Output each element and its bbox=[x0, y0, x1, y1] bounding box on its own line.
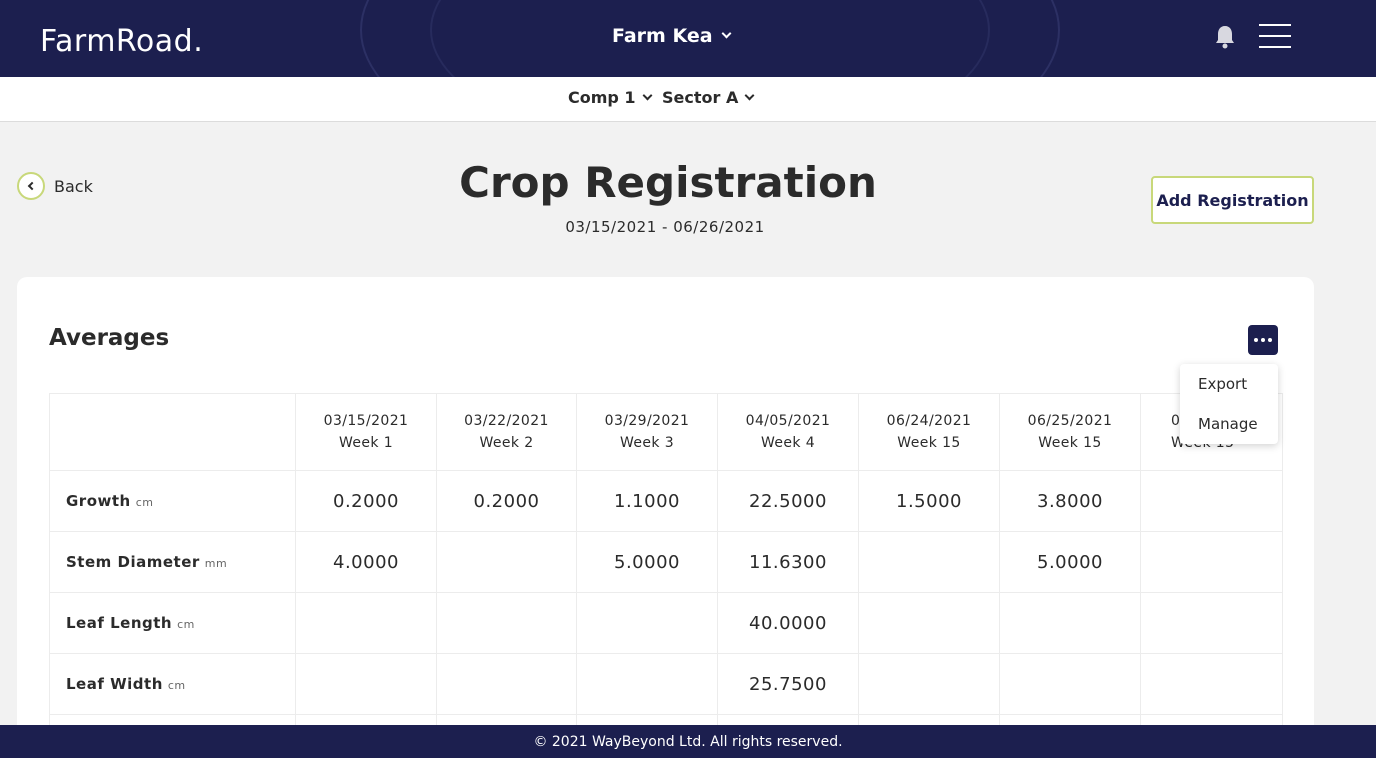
table-cell bbox=[858, 592, 1000, 654]
table-cell bbox=[1140, 531, 1283, 593]
table-cell bbox=[1140, 470, 1283, 532]
chevron-down-icon bbox=[642, 90, 653, 100]
table-cell bbox=[1140, 592, 1283, 654]
row-label: Stem Diameter mm bbox=[49, 531, 296, 593]
more-options-button[interactable] bbox=[1248, 325, 1278, 355]
table-cell: 25.7500 bbox=[717, 653, 859, 715]
table-cell: 4.0000 bbox=[295, 531, 437, 593]
table-cell: 1.1000 bbox=[576, 470, 718, 532]
table-cell bbox=[436, 653, 577, 715]
table-row: Growth cm 0.2000 0.2000 1.1000 22.5000 1.… bbox=[49, 470, 1283, 532]
table-cell bbox=[858, 531, 1000, 593]
table-cell bbox=[576, 592, 718, 654]
table-cell bbox=[999, 592, 1141, 654]
column-header: 04/05/2021 Week 4 bbox=[717, 393, 859, 471]
sub-navbar: Comp 1 Sector A bbox=[0, 77, 1376, 122]
bell-icon[interactable] bbox=[1214, 24, 1236, 50]
top-navbar: FarmRoad. Farm Kea bbox=[0, 0, 1376, 77]
farmroad-logo[interactable]: FarmRoad. bbox=[40, 24, 203, 59]
table-row: Leaf Width cm 25.7500 bbox=[49, 653, 1283, 715]
table-cell: 0.2000 bbox=[436, 470, 577, 532]
table-cell: 40.0000 bbox=[717, 592, 859, 654]
table-cell bbox=[295, 653, 437, 715]
footer: © 2021 WayBeyond Ltd. All rights reserve… bbox=[0, 725, 1376, 758]
hamburger-menu-icon[interactable] bbox=[1259, 24, 1291, 48]
column-header: 06/24/2021 Week 15 bbox=[858, 393, 1000, 471]
column-header: 03/29/2021 Week 3 bbox=[576, 393, 718, 471]
table-cell: 11.6300 bbox=[717, 531, 859, 593]
table-cell bbox=[576, 653, 718, 715]
chevron-down-icon bbox=[744, 90, 755, 100]
table-cell: 3.8000 bbox=[999, 470, 1141, 532]
manage-menu-item[interactable]: Manage bbox=[1180, 404, 1278, 444]
row-label: Growth cm bbox=[49, 470, 296, 532]
averages-title: Averages bbox=[49, 325, 170, 351]
table-cell: 0.2000 bbox=[295, 470, 437, 532]
table-cell bbox=[858, 653, 1000, 715]
table-cell: 5.0000 bbox=[999, 531, 1141, 593]
row-label: Leaf Width cm bbox=[49, 653, 296, 715]
table-row: Stem Diameter mm 4.0000 5.0000 11.6300 5.… bbox=[49, 531, 1283, 593]
table-cell: 22.5000 bbox=[717, 470, 859, 532]
averages-table: 03/15/2021 Week 1 03/22/2021 Week 2 03/29/… bbox=[49, 393, 1283, 758]
table-cell bbox=[436, 592, 577, 654]
comp-selector[interactable]: Comp 1 bbox=[568, 88, 653, 107]
sector-selector[interactable]: Sector A bbox=[662, 88, 755, 107]
chevron-down-icon bbox=[721, 28, 732, 39]
column-header: 03/22/2021 Week 2 bbox=[436, 393, 577, 471]
date-range: 03/15/2021 - 06/26/2021 bbox=[565, 218, 765, 236]
row-label: Leaf Length cm bbox=[49, 592, 296, 654]
farm-selector[interactable]: Farm Kea bbox=[612, 25, 732, 47]
table-header-row: 03/15/2021 Week 1 03/22/2021 Week 2 03/29/… bbox=[49, 393, 1283, 471]
column-header: 06/25/2021 Week 15 bbox=[999, 393, 1141, 471]
comp-selector-label: Comp 1 bbox=[568, 88, 636, 107]
farm-selector-label: Farm Kea bbox=[612, 25, 713, 47]
options-dropdown: Export Manage bbox=[1180, 364, 1278, 444]
sector-selector-label: Sector A bbox=[662, 88, 739, 107]
export-menu-item[interactable]: Export bbox=[1180, 364, 1278, 404]
table-cell bbox=[436, 531, 577, 593]
table-header-corner bbox=[49, 393, 296, 471]
column-header: 03/15/2021 Week 1 bbox=[295, 393, 437, 471]
table-cell: 5.0000 bbox=[576, 531, 718, 593]
page-title: Crop Registration bbox=[459, 158, 877, 207]
add-registration-button[interactable]: Add Registration bbox=[1151, 176, 1314, 224]
table-cell bbox=[1140, 653, 1283, 715]
table-cell bbox=[295, 592, 437, 654]
table-row: Leaf Length cm 40.0000 bbox=[49, 592, 1283, 654]
averages-card: Averages 03/15/2021 Week 1 03/22/2021 Week… bbox=[17, 277, 1314, 758]
table-cell: 1.5000 bbox=[858, 470, 1000, 532]
table-cell bbox=[999, 653, 1141, 715]
